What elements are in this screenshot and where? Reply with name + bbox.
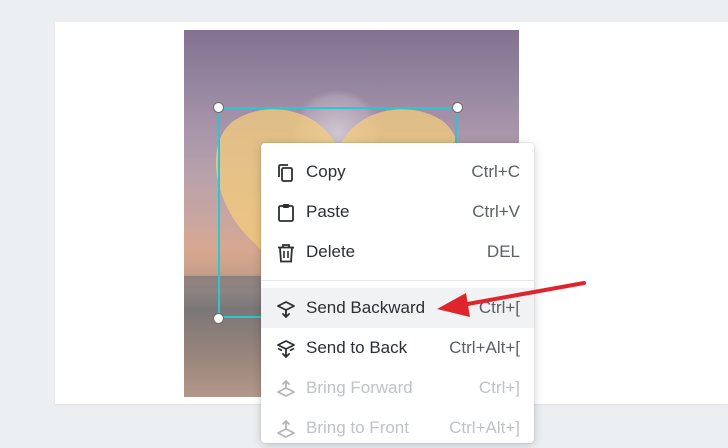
annotation-arrow xyxy=(437,281,586,317)
